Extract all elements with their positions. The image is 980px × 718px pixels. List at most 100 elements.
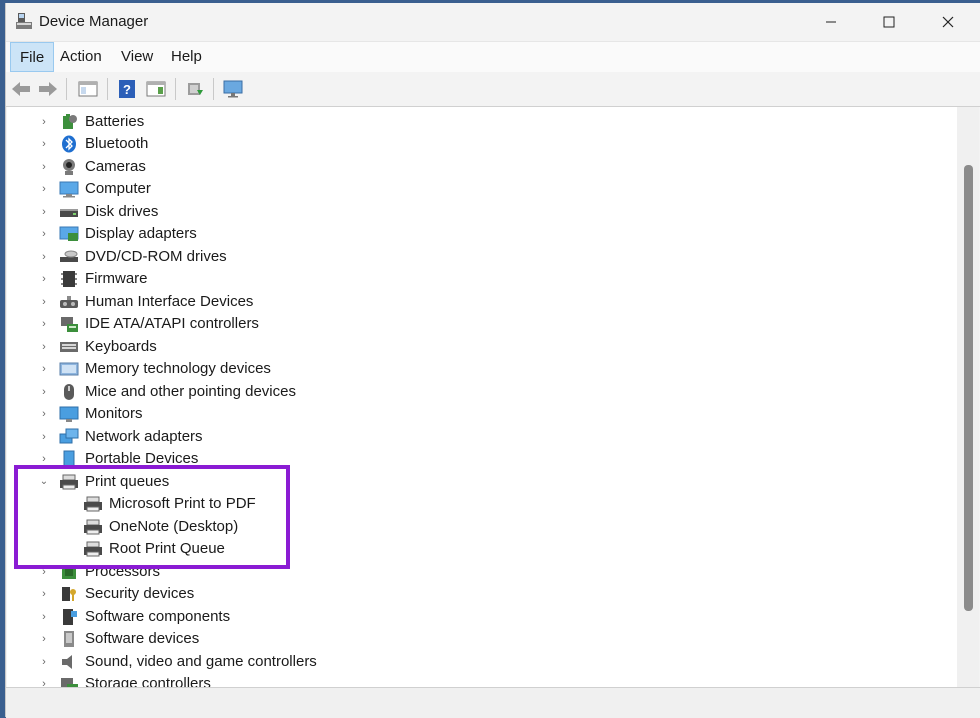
tree-item-software-devices[interactable]: › Software devices	[7, 628, 947, 650]
back-arrow-icon	[12, 82, 30, 96]
update-driver-button[interactable]	[183, 77, 207, 101]
dvd-drive-icon	[60, 250, 78, 262]
help-icon: ?	[119, 80, 135, 98]
tree-item-security-devices[interactable]: › Security devices	[7, 583, 947, 605]
battery-icon	[63, 114, 77, 129]
tree-item-label: Memory technology devices	[85, 360, 271, 377]
menu-help[interactable]: Help	[162, 42, 211, 72]
tree-item-human-interface-devices[interactable]: › Human Interface Devices	[7, 291, 947, 313]
menu-file[interactable]: File	[10, 42, 55, 72]
tree-item-memory-technology-devices[interactable]: › Memory technology devices	[7, 358, 947, 380]
chevron-right-icon[interactable]: ›	[37, 203, 51, 221]
device-manager-icon	[16, 13, 32, 29]
firmware-icon	[61, 271, 77, 287]
tree-item-monitors[interactable]: › Monitors	[7, 403, 947, 425]
svg-text:?: ?	[123, 82, 131, 97]
memory-icon	[59, 362, 79, 376]
tree-item-mice-and-other-pointing-devices[interactable]: › Mice and other pointing devices	[7, 381, 947, 403]
tree-item-label: Disk drives	[85, 203, 159, 220]
help-button[interactable]: ?	[115, 77, 139, 101]
chevron-right-icon[interactable]: ›	[37, 585, 51, 603]
chevron-right-icon[interactable]: ›	[37, 113, 51, 131]
chevron-right-icon[interactable]: ›	[37, 180, 51, 198]
chevron-right-icon[interactable]: ›	[37, 653, 51, 671]
chevron-right-icon[interactable]: ›	[37, 428, 51, 446]
mouse-icon	[64, 384, 74, 400]
tree-item-network-adapters[interactable]: › Network adapters	[7, 426, 947, 448]
bluetooth-icon	[62, 135, 76, 153]
keyboard-icon	[60, 342, 78, 352]
chevron-right-icon[interactable]: ›	[37, 338, 51, 356]
properties-icon	[146, 81, 166, 97]
chevron-right-icon[interactable]: ›	[37, 360, 51, 378]
tree-item-ide-ata-atapi-controllers[interactable]: › IDE ATA/ATAPI controllers	[7, 313, 947, 335]
disk-drive-icon	[60, 209, 78, 217]
console-tree-icon	[78, 81, 98, 97]
chevron-right-icon[interactable]: ›	[37, 405, 51, 423]
tree-item-label: Keyboards	[85, 338, 157, 355]
tree-item-disk-drives[interactable]: › Disk drives	[7, 201, 947, 223]
chevron-right-icon[interactable]: ›	[37, 608, 51, 626]
print-queues-highlight	[14, 465, 290, 569]
chevron-right-icon[interactable]: ›	[37, 630, 51, 648]
chevron-right-icon[interactable]: ›	[37, 248, 51, 266]
window-title: Device Manager	[39, 13, 149, 30]
tree-item-bluetooth[interactable]: › Bluetooth	[7, 133, 947, 155]
scan-hardware-changes-button[interactable]	[221, 77, 245, 101]
tree-item-display-adapters[interactable]: › Display adapters	[7, 223, 947, 245]
tree-item-label: Firmware	[85, 270, 148, 287]
show-hide-console-tree-button[interactable]	[76, 77, 100, 101]
title-bar[interactable]: Device Manager	[6, 3, 980, 41]
scrollbar-thumb[interactable]	[964, 165, 973, 611]
network-adapter-icon	[59, 428, 79, 444]
computer-icon	[59, 181, 79, 198]
tree-item-storage-controllers[interactable]: › Storage controllers	[7, 673, 947, 687]
tree-item-computer[interactable]: › Computer	[7, 178, 947, 200]
menu-bar: File Action View Help	[6, 41, 980, 73]
tree-item-dvd-cd-rom-drives[interactable]: › DVD/CD-ROM drives	[7, 246, 947, 268]
back-button[interactable]	[9, 77, 33, 101]
chevron-right-icon[interactable]: ›	[37, 135, 51, 153]
menu-view[interactable]: View	[112, 42, 162, 72]
camera-icon	[63, 159, 75, 175]
chevron-right-icon[interactable]: ›	[37, 158, 51, 176]
tree-item-keyboards[interactable]: › Keyboards	[7, 336, 947, 358]
ide-controller-icon	[61, 317, 78, 332]
tree-item-sound-video-and-game-controllers[interactable]: › Sound, video and game controllers	[7, 651, 947, 673]
scan-hardware-icon	[223, 80, 243, 98]
tree-item-label: Monitors	[85, 405, 143, 422]
tree-item-software-components[interactable]: › Software components	[7, 606, 947, 628]
chevron-right-icon[interactable]: ›	[37, 383, 51, 401]
minimize-button[interactable]	[801, 3, 861, 41]
close-button[interactable]	[918, 3, 978, 41]
hid-icon	[60, 296, 78, 308]
storage-controller-icon	[61, 678, 78, 687]
tree-item-cameras[interactable]: › Cameras	[7, 156, 947, 178]
tree-item-label: IDE ATA/ATAPI controllers	[85, 315, 259, 332]
tree-item-label: Batteries	[85, 113, 145, 130]
vertical-scrollbar[interactable]	[957, 107, 979, 687]
maximize-icon	[883, 16, 895, 28]
tree-item-label: Software components	[85, 608, 231, 625]
device-tree: › Batteries › Bluetooth › Cameras › Comp…	[7, 107, 957, 687]
chevron-right-icon[interactable]: ›	[37, 675, 51, 687]
speaker-icon	[62, 655, 72, 669]
forward-button[interactable]	[36, 77, 60, 101]
chevron-right-icon[interactable]: ›	[37, 293, 51, 311]
software-device-icon	[64, 631, 74, 647]
properties-button[interactable]	[144, 77, 168, 101]
menu-action[interactable]: Action	[51, 42, 111, 72]
status-bar	[6, 687, 980, 718]
minimize-icon	[826, 21, 836, 23]
device-manager-window: Device Manager File Action View Help ? ›…	[5, 3, 980, 718]
display-adapter-icon	[59, 226, 79, 241]
tree-item-firmware[interactable]: › Firmware	[7, 268, 947, 290]
tree-item-batteries[interactable]: › Batteries	[7, 111, 947, 133]
chevron-right-icon[interactable]: ›	[37, 225, 51, 243]
chevron-right-icon[interactable]: ›	[37, 315, 51, 333]
maximize-button[interactable]	[859, 3, 919, 41]
tree-item-label: Computer	[85, 180, 151, 197]
update-driver-icon	[188, 83, 203, 95]
chevron-right-icon[interactable]: ›	[37, 270, 51, 288]
tree-item-label: Cameras	[85, 158, 146, 175]
